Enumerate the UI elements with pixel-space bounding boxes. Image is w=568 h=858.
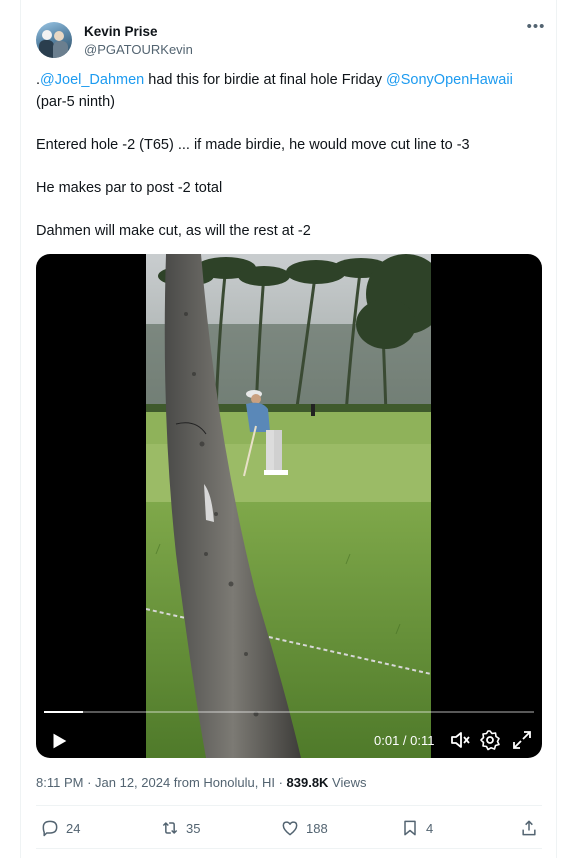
share-button[interactable] (519, 817, 539, 839)
bookmark-icon (404, 820, 416, 836)
divider (36, 805, 542, 806)
volume-icon[interactable] (448, 728, 472, 752)
like-button[interactable]: 188 (280, 817, 328, 839)
bookmark-button[interactable]: 4 (400, 817, 433, 839)
meta-separator: · (274, 775, 287, 790)
repost-icon (162, 822, 178, 834)
video-time: 0:01 / 0:11 (374, 733, 435, 748)
share-icon (522, 820, 536, 836)
tweet-text-para2: Entered hole -2 (T65) ... if made birdie… (36, 137, 470, 153)
mention-joel-dahmen[interactable]: @Joel_Dahmen (40, 72, 144, 88)
reply-button[interactable]: 24 (40, 817, 80, 839)
tweet-meta: 8:11 PM · Jan 12, 2024 from Honolulu, HI… (36, 775, 367, 790)
repost-button[interactable]: 35 (160, 817, 200, 839)
avatar[interactable] (36, 22, 72, 58)
video-frame[interactable] (146, 254, 431, 758)
settings-icon[interactable] (478, 728, 502, 752)
views-count: 839.8K (286, 775, 329, 790)
more-horizontal-icon[interactable]: ••• (525, 19, 547, 40)
video-progress-bar[interactable] (44, 711, 534, 713)
post-date-location[interactable]: Jan 12, 2024 from Honolulu, HI (95, 775, 275, 790)
bookmark-count: 4 (426, 820, 434, 836)
video-scene-image (146, 254, 431, 758)
video-progress-fill (44, 711, 84, 713)
text-middle: had this for birdie at final hole Friday (144, 72, 387, 88)
repost-count: 35 (186, 820, 201, 836)
author-name[interactable]: Kevin Prise (84, 24, 158, 39)
divider (36, 848, 542, 849)
like-count: 188 (306, 820, 328, 836)
video-player[interactable]: 0:01 / 0:11 (36, 254, 542, 758)
tweet-text-line2: (par-5 ninth) (36, 94, 115, 110)
tweet-text-para3: He makes par to post -2 total (36, 180, 223, 196)
heart-icon (282, 821, 298, 836)
reply-icon (42, 820, 58, 837)
reply-count: 24 (66, 820, 81, 836)
play-icon[interactable] (48, 730, 70, 752)
tweet-text-line1: .@Joel_Dahmen had this for birdie at fin… (36, 70, 513, 90)
meta-separator: · (83, 775, 96, 790)
views-label: Views (328, 775, 367, 790)
author-handle[interactable]: @PGATOURKevin (84, 42, 193, 57)
mention-sony-open[interactable]: @SonyOpenHawaii (386, 72, 513, 88)
fullscreen-icon[interactable] (510, 728, 534, 752)
post-time[interactable]: 8:11 PM (36, 775, 83, 790)
tweet-text-para4: Dahmen will make cut, as will the rest a… (36, 223, 311, 239)
